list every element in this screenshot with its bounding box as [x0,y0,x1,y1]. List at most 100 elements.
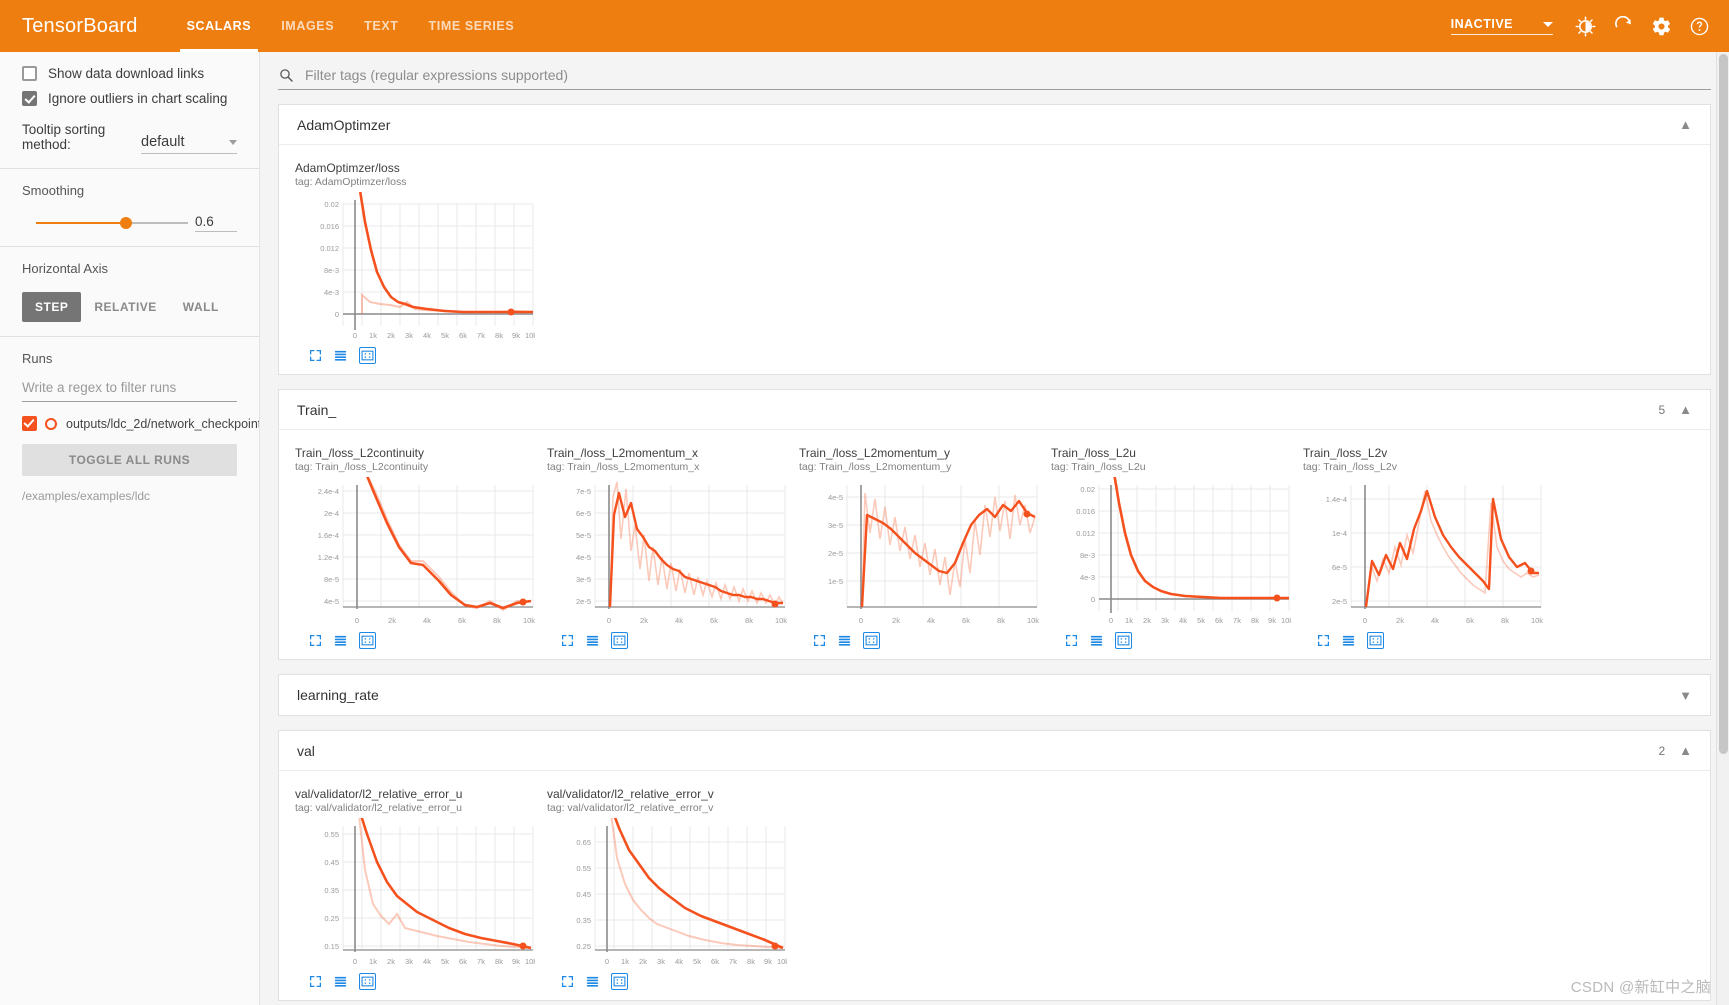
reset-zoom-icon[interactable] [611,973,628,990]
axis-option-relative[interactable]: RELATIVE [81,292,169,322]
section-count: 5 [1658,402,1666,417]
svg-text:2e-5: 2e-5 [1332,597,1347,606]
help-icon[interactable] [1683,10,1715,42]
svg-text:6k: 6k [962,616,970,625]
line-chart[interactable]: 0 4e-3 8e-3 0.012 0.016 0.02 0 1k 2k 3k 4k 5k 6k… [295,192,535,342]
svg-text:3k: 3k [405,957,413,966]
data-table-icon[interactable] [1090,634,1103,647]
chart-title: val/validator/l2_relative_error_v [547,787,714,801]
page-scrollbar[interactable] [1716,52,1729,1005]
x-tick-labels: 0 1k 2k 3k 4k 5k 6k 7k 8k 9k 10k [1109,616,1291,625]
line-chart[interactable]: 0 4e-3 8e-3 0.012 0.016 0.02 0 1k 2k 3k 4k 5k 6k… [1051,477,1291,627]
fullscreen-icon[interactable] [813,634,826,647]
reset-zoom-icon[interactable] [1367,632,1384,649]
line-chart[interactable]: 7e-5 6e-5 5e-5 4e-5 3e-5 2e-5 0 2k 4k 6k 8k 10k [547,477,787,627]
fullscreen-icon[interactable] [561,975,574,988]
section-header-adamoptimzer[interactable]: AdamOptimzer ▲ [279,105,1710,145]
svg-text:2k: 2k [387,957,395,966]
show-download-links-checkbox[interactable] [22,66,37,81]
tooltip-sorting-select[interactable]: default [141,134,237,154]
reset-zoom-icon[interactable] [359,347,376,364]
sidebar-smoothing: Smoothing 0.6 [0,169,259,247]
axis-option-wall[interactable]: WALL [170,292,232,322]
data-table-icon[interactable] [334,349,347,362]
smoothing-value[interactable]: 0.6 [195,214,237,232]
chevron-down-icon [229,139,237,145]
fullscreen-icon[interactable] [309,349,322,362]
slider-knob[interactable] [120,217,132,229]
chevron-down-icon [1543,21,1553,27]
fullscreen-icon[interactable] [1065,634,1078,647]
run-checkbox[interactable] [22,416,37,431]
line-chart[interactable]: 0.55 0.45 0.35 0.25 0.15 0 1k 2k 3k 4k 5k 6k 7k 8… [295,818,535,968]
scrollbar-thumb[interactable] [1719,54,1728,754]
refresh-icon[interactable] [1607,10,1639,42]
line-chart[interactable]: 0.65 0.55 0.45 0.35 0.25 0 1k 2k 3k 4k 5k 6k 7k 8… [547,818,787,968]
line-chart[interactable]: 4e-5 3e-5 2e-5 1e-5 0 2k 4k 6k 8k 10k [799,477,1039,627]
svg-text:4k: 4k [927,616,935,625]
tab-scalars[interactable]: SCALARS [172,0,267,52]
tab-text[interactable]: TEXT [349,0,413,52]
data-table-icon[interactable] [334,634,347,647]
section-header-val[interactable]: val 2 ▲ [279,731,1710,771]
fullscreen-icon[interactable] [561,634,574,647]
last-point-marker [1023,510,1031,518]
data-table-icon[interactable] [586,975,599,988]
svg-text:0.25: 0.25 [576,942,591,951]
status-label: INACTIVE [1450,17,1513,31]
reset-zoom-icon[interactable] [863,632,880,649]
chevron-up-icon[interactable]: ▲ [1679,403,1692,416]
grid-lines [342,485,534,607]
show-download-links-label: Show data download links [48,66,205,81]
svg-text:2.4e-4: 2.4e-4 [318,487,339,496]
tooltip-sorting-row: Tooltip sorting method: default [22,122,237,154]
svg-text:2e-5: 2e-5 [828,549,843,558]
section-header-train[interactable]: Train_ 5 ▲ [279,390,1710,430]
run-item[interactable]: outputs/ldc_2d/network_checkpoint [22,416,259,431]
toggle-all-runs-button[interactable]: TOGGLE ALL RUNS [22,444,237,476]
series-smoothed [358,192,533,314]
line-chart[interactable]: 2.4e-4 2e-4 1.6e-4 1.2e-4 8e-5 4e-5 0 2k 4k 6k… [295,477,535,627]
brightness-icon[interactable] [1569,10,1601,42]
last-point-marker [1527,567,1535,575]
chart-card-train-l2momentum-y: Train_/loss_L2momentum_y tag: Train_/los… [799,446,1043,649]
tab-images[interactable]: IMAGES [266,0,349,52]
ignore-outliers-checkbox[interactable] [22,91,37,106]
axis-option-step[interactable]: STEP [22,292,82,322]
reset-zoom-icon[interactable] [359,973,376,990]
svg-text:4k: 4k [423,957,431,966]
svg-text:0.02: 0.02 [1080,485,1095,494]
smoothing-slider[interactable] [36,214,188,232]
ignore-outliers-row[interactable]: Ignore outliers in chart scaling [22,91,237,106]
data-table-icon[interactable] [334,975,347,988]
run-status-selector[interactable]: INACTIVE [1450,17,1553,35]
line-chart[interactable]: 1.4e-4 1e-4 6e-5 2e-5 0 2k 4k 6k 8k 10k [1303,477,1543,627]
chevron-up-icon[interactable]: ▲ [1679,118,1692,131]
svg-text:8k: 8k [1251,616,1259,625]
section-card-train: Train_ 5 ▲ Train_/loss_L2continuity tag:… [278,389,1711,660]
svg-text:1.6e-4: 1.6e-4 [318,531,339,540]
chevron-up-icon[interactable]: ▲ [1679,744,1692,757]
gear-icon[interactable] [1645,10,1677,42]
data-table-icon[interactable] [1342,634,1355,647]
fullscreen-icon[interactable] [1317,634,1330,647]
svg-text:6k: 6k [458,616,466,625]
svg-text:2e-5: 2e-5 [576,597,591,606]
smoothing-label: Smoothing [22,183,85,198]
data-table-icon[interactable] [838,634,851,647]
section-header-learning-rate[interactable]: learning_rate ▼ [279,675,1710,715]
runs-filter-input[interactable] [22,376,237,402]
chevron-down-icon[interactable]: ▼ [1679,689,1692,702]
svg-text:10k: 10k [775,616,787,625]
fullscreen-icon[interactable] [309,975,322,988]
data-table-icon[interactable] [586,634,599,647]
svg-text:2k: 2k [640,616,648,625]
tab-time-series[interactable]: TIME SERIES [414,0,530,52]
reset-zoom-icon[interactable] [1115,632,1132,649]
svg-text:8e-3: 8e-3 [1080,551,1095,560]
tag-filter-input[interactable] [303,66,1711,84]
fullscreen-icon[interactable] [309,634,322,647]
reset-zoom-icon[interactable] [611,632,628,649]
reset-zoom-icon[interactable] [359,632,376,649]
show-download-links-row[interactable]: Show data download links [22,66,237,81]
